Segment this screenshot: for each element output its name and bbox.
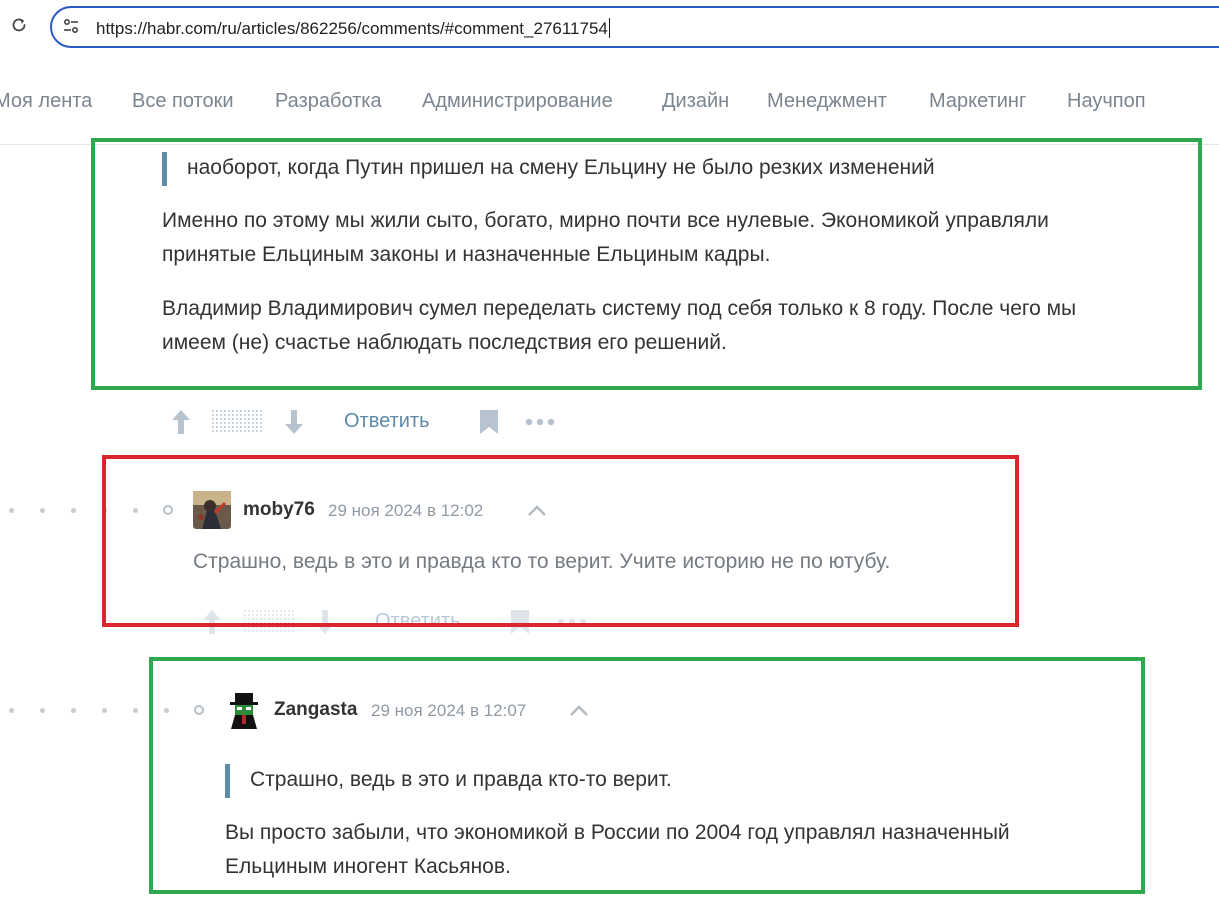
site-info-icon[interactable] bbox=[62, 17, 80, 35]
nav-item-all-streams[interactable]: Все потоки bbox=[132, 90, 234, 113]
more-icon[interactable] bbox=[525, 417, 555, 427]
thread-dot bbox=[40, 708, 45, 713]
nav-item-management[interactable]: Менеджмент bbox=[767, 90, 887, 113]
thread-dot bbox=[9, 508, 14, 513]
highlight-box-red bbox=[102, 455, 1019, 627]
highlight-box-green bbox=[91, 138, 1202, 390]
vote-down-icon[interactable] bbox=[283, 408, 305, 436]
nav-item-popsci[interactable]: Научпоп bbox=[1067, 90, 1146, 113]
nav-item-design[interactable]: Дизайн bbox=[662, 90, 729, 113]
nav-item-development[interactable]: Разработка bbox=[275, 90, 382, 113]
nav-item-administration[interactable]: Администрирование bbox=[422, 90, 613, 113]
thread-dot bbox=[71, 508, 76, 513]
url-text[interactable]: https://habr.com/ru/articles/862256/comm… bbox=[96, 18, 610, 39]
score-placeholder bbox=[212, 410, 262, 434]
bookmark-icon[interactable] bbox=[479, 409, 499, 435]
thread-dot bbox=[9, 708, 14, 713]
thread-dot bbox=[133, 708, 138, 713]
thread-dot bbox=[102, 708, 107, 713]
nav-item-marketing[interactable]: Маркетинг bbox=[929, 90, 1026, 113]
reply-button[interactable]: Ответить bbox=[344, 410, 430, 433]
thread-dot bbox=[40, 508, 45, 513]
highlight-box-green bbox=[149, 657, 1145, 894]
vote-up-icon[interactable] bbox=[170, 408, 192, 436]
nav-item-my-feed[interactable]: Моя лента bbox=[0, 90, 92, 113]
thread-dot bbox=[71, 708, 76, 713]
text-caret bbox=[608, 18, 610, 38]
reload-icon[interactable] bbox=[10, 16, 28, 34]
